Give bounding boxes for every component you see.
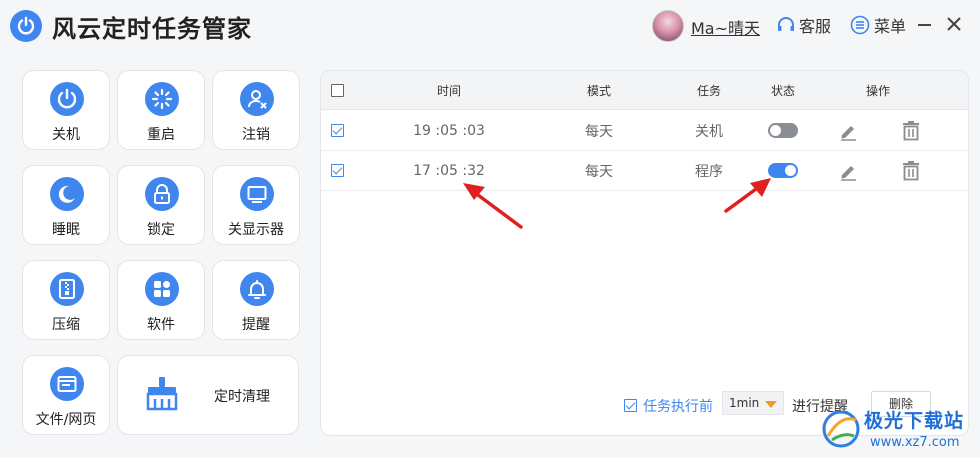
customer-service-label: 客服: [799, 17, 832, 36]
watermark: 极光下载站 www.xz7.com: [818, 402, 980, 458]
pencil-icon: [841, 125, 856, 141]
tile-label: 压缩: [52, 317, 80, 333]
remind-before-label[interactable]: 任务执行前: [643, 396, 713, 416]
status-toggle[interactable]: [768, 163, 798, 178]
power-icon: [50, 82, 84, 116]
watermark-logo-icon: [822, 410, 860, 448]
tile-label: 关机: [52, 127, 80, 143]
lock-icon: [145, 177, 179, 211]
row-time: 17 :05 :32: [413, 162, 485, 179]
col-task: 任务: [696, 83, 721, 98]
list-menu-icon: [850, 15, 870, 35]
row-checkbox[interactable]: [330, 164, 344, 177]
col-actions: 操作: [865, 83, 890, 98]
trash-icon: [903, 120, 919, 140]
menu-button[interactable]: 菜单: [850, 14, 906, 36]
delete-row-button[interactable]: [896, 111, 926, 150]
tile-file-webpage[interactable]: 文件/网页: [22, 355, 110, 435]
close-icon[interactable]: [946, 16, 962, 32]
trash-icon: [903, 160, 919, 180]
tile-lock[interactable]: 锁定: [117, 165, 205, 245]
webpage-icon: [50, 367, 84, 401]
moon-icon: [50, 177, 84, 211]
row-time: 19 :05 :03: [413, 122, 485, 139]
broom-icon: [146, 377, 178, 411]
edit-button[interactable]: [833, 111, 863, 150]
col-mode: 模式: [586, 83, 611, 98]
row-task: 关机: [695, 123, 723, 140]
col-status: 状态: [770, 83, 795, 98]
select-all-checkbox-cell[interactable]: [329, 71, 345, 109]
tile-software[interactable]: 软件: [117, 260, 205, 340]
header: 风云定时任务管家 Ma~晴天 客服 菜单: [0, 0, 980, 56]
table-row: 17 :05 :32 每天 程序: [321, 151, 968, 191]
task-panel: 时间 模式 任务 状态 操作 19 :05 :03 每天 关机 17 :05 :…: [320, 70, 969, 436]
tile-label: 软件: [147, 317, 175, 333]
table-header: 时间 模式 任务 状态 操作: [321, 71, 968, 110]
customer-service-button[interactable]: 客服: [776, 14, 831, 36]
tile-label: 提醒: [242, 317, 270, 333]
remind-before-checkbox[interactable]: [624, 399, 637, 412]
apps-icon: [145, 272, 179, 306]
row-mode: 每天: [585, 123, 613, 140]
status-toggle[interactable]: [768, 123, 798, 138]
avatar[interactable]: [652, 10, 684, 42]
bell-icon: [240, 272, 274, 306]
tile-label: 重启: [147, 127, 175, 143]
select-all-checkbox[interactable]: [330, 83, 344, 97]
tile-sleep[interactable]: 睡眠: [22, 165, 110, 245]
username-link[interactable]: Ma~晴天: [691, 15, 760, 39]
tile-scheduled-cleanup[interactable]: 定时清理: [117, 355, 299, 435]
tile-label: 睡眠: [52, 222, 80, 238]
tile-restart[interactable]: 重启: [117, 70, 205, 150]
col-time: 时间: [436, 83, 461, 98]
delete-row-button[interactable]: [896, 151, 926, 190]
row-checkbox[interactable]: [330, 124, 344, 137]
row-task: 程序: [695, 163, 723, 180]
tile-reminder[interactable]: 提醒: [212, 260, 300, 340]
tile-compress[interactable]: 压缩: [22, 260, 110, 340]
monitor-icon: [240, 177, 274, 211]
watermark-url: www.xz7.com: [870, 435, 960, 450]
table-row: 19 :05 :03 每天 关机: [321, 111, 968, 151]
tile-label: 定时清理: [214, 389, 270, 405]
row-mode: 每天: [585, 163, 613, 180]
restart-icon: [145, 82, 179, 116]
tile-monitor-off[interactable]: 关显示器: [212, 165, 300, 245]
tile-label: 锁定: [147, 222, 175, 238]
logout-user-icon: [240, 82, 274, 116]
tile-label: 文件/网页: [35, 412, 97, 428]
remind-interval-select[interactable]: 1min: [722, 391, 784, 415]
menu-label: 菜单: [874, 17, 907, 36]
edit-button[interactable]: [833, 151, 863, 190]
minimize-icon[interactable]: [918, 24, 931, 26]
zip-file-icon: [50, 272, 84, 306]
tile-shutdown[interactable]: 关机: [22, 70, 110, 150]
pencil-icon: [841, 165, 856, 181]
tile-label: 关显示器: [228, 222, 284, 238]
headset-icon: [778, 17, 794, 31]
dropdown-caret-icon: [765, 401, 777, 408]
app-logo-icon: [10, 10, 42, 42]
app-title: 风云定时任务管家: [52, 15, 252, 43]
watermark-name: 极光下载站: [864, 410, 965, 432]
remind-interval-value: 1min: [729, 396, 760, 410]
tile-label: 注销: [242, 127, 270, 143]
tile-logout[interactable]: 注销: [212, 70, 300, 150]
